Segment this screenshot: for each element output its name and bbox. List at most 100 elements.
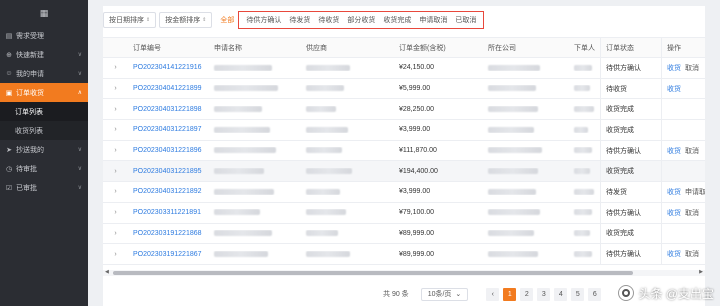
company-cell [483, 250, 569, 258]
expand-row-icon[interactable]: › [103, 168, 128, 175]
sidebar-subitem-receipt-list[interactable]: 收货列表 [0, 121, 88, 140]
order-number-link[interactable]: PO202304031221892 [133, 188, 202, 195]
table-row[interactable]: › PO202304031221898 ¥28,250.00 收货完成 [103, 99, 705, 121]
tab-pending-ship[interactable]: 待发货 [289, 15, 310, 25]
header-amount: 订单金额(含税) [399, 44, 446, 52]
table-row[interactable]: › PO202304031221892 ¥3,999.00 待发货收货申请取消 [103, 182, 705, 203]
redacted-text [214, 126, 270, 133]
company-cell [483, 105, 569, 113]
company-cell [483, 64, 569, 71]
request-name-cell [209, 147, 301, 154]
watermark: 头条 @支出宝 [618, 284, 714, 302]
table-row[interactable]: › PO202304041221899 ¥5,999.00 待收货 收货 [103, 78, 705, 100]
order-number-link[interactable]: PO202304141221916 [133, 64, 202, 71]
tab-all[interactable]: 全部 [220, 15, 234, 25]
cancel-button[interactable]: 取消 [685, 208, 699, 218]
scroll-right-icon[interactable]: ▶ [699, 269, 703, 275]
order-number-link[interactable]: PO202303191221867 [133, 251, 202, 258]
chevron-down-icon: ∨ [77, 147, 82, 153]
amount-cell: ¥24,150.00 [399, 64, 435, 72]
sidebar-item-pending-approval[interactable]: ◷ 待审批 ∨ [0, 159, 88, 178]
tab-pending-receipt[interactable]: 待收货 [318, 15, 339, 25]
page-size-select[interactable]: 10条/页 ⌄ [420, 287, 469, 301]
order-number-link[interactable]: PO202304041221899 [133, 85, 202, 92]
redacted-text [574, 64, 592, 71]
receive-button[interactable]: 收货 [667, 146, 681, 156]
page-button-1[interactable]: 1 [503, 287, 517, 301]
sort-by-amount-button[interactable]: 按金额排序 ⇕ [159, 12, 213, 28]
tab-cancelled[interactable]: 已取消 [455, 15, 476, 25]
expand-row-icon[interactable]: › [103, 209, 128, 216]
expand-row-icon[interactable]: › [103, 85, 128, 92]
order-number-link[interactable]: PO202304031221896 [133, 147, 202, 154]
sidebar-item-my-requests[interactable]: ☺ 我的申请 ∨ [0, 64, 88, 83]
amount-cell: ¥5,999.00 [399, 85, 431, 93]
table-row[interactable]: › PO202304031221897 ¥3,999.00 收货完成 [103, 120, 705, 141]
page-button-4[interactable]: 4 [554, 287, 568, 301]
order-number-link[interactable]: PO202304031221898 [133, 106, 202, 113]
expand-row-icon[interactable]: › [103, 126, 128, 133]
expand-row-icon[interactable]: › [103, 251, 128, 258]
expand-row-icon[interactable]: › [103, 106, 128, 113]
page-button-6[interactable]: 6 [588, 287, 602, 301]
redacted-text [306, 188, 340, 195]
sidebar-item-quick-create[interactable]: ⊕ 快速新建 ∨ [0, 45, 88, 64]
expand-row-icon[interactable]: › [103, 147, 128, 154]
sidebar-subitem-order-list[interactable]: 订单列表 [0, 102, 88, 121]
tab-cancel-requested[interactable]: 申请取消 [419, 15, 447, 25]
tab-pending-confirm[interactable]: 待供方确认 [246, 15, 281, 25]
table-row[interactable]: › PO202303311221891 ¥79,100.00 待供方确认 收货 取消 [103, 202, 705, 224]
redacted-text [214, 64, 272, 71]
table-row[interactable]: › PO202304141221916 ¥24,150.00 待供方确认 收货 取消 [103, 58, 705, 79]
operation-cell [661, 161, 705, 182]
sort-by-date-label: 按日期排序 [109, 17, 144, 24]
user-cell [569, 188, 600, 195]
expand-row-icon[interactable]: › [103, 188, 128, 195]
order-number-link[interactable]: PO202303311221891 [133, 209, 201, 216]
page-button-5[interactable]: 5 [571, 287, 585, 301]
pagination: 共 90 条 10条/页 ⌄ ‹ 1 2 3 4 5 6 [383, 287, 602, 301]
receive-button[interactable]: 收货 [667, 249, 681, 259]
redacted-text [214, 250, 268, 257]
page-button-2[interactable]: 2 [520, 287, 534, 301]
tab-receipt-complete[interactable]: 收货完成 [383, 15, 411, 25]
status-cell: 待供方确认 [600, 140, 661, 161]
redacted-text [214, 85, 278, 92]
expand-row-icon[interactable]: › [103, 64, 128, 71]
cancel-button[interactable]: 申请取消 [685, 187, 705, 197]
receive-button[interactable]: 收货 [667, 84, 681, 94]
prev-page-button[interactable]: ‹ [486, 287, 500, 301]
expand-row-icon[interactable]: › [103, 230, 128, 237]
status-cell: 待供方确认 [600, 58, 661, 78]
order-number-link[interactable]: PO202303191221868 [133, 230, 202, 237]
scroll-left-icon[interactable]: ◀ [105, 269, 109, 275]
horizontal-scrollbar[interactable]: ◀ ▶ [103, 269, 705, 276]
tab-partial-receipt[interactable]: 部分收货 [347, 15, 375, 25]
status-cell: 收货完成 [600, 120, 661, 140]
filter-bar: 按日期排序 ⇕ 按金额排序 ⇕ 全部 待供方确认 待发货 待收货 部分收货 收货… [103, 11, 485, 29]
table-row[interactable]: › PO202303191221868 ¥89,999.00 收货完成 [103, 223, 705, 245]
receive-button[interactable]: 收货 [667, 208, 681, 218]
cancel-button[interactable]: 取消 [685, 63, 699, 73]
sidebar-item-approved[interactable]: ☑ 已审批 ∨ [0, 178, 88, 197]
sidebar-item-order-receipt[interactable]: ▣ 订单收货 ∧ [0, 83, 88, 102]
order-number-link[interactable]: PO202304031221895 [133, 168, 202, 175]
page-button-3[interactable]: 3 [537, 287, 551, 301]
sidebar-item-cc-me[interactable]: ➤ 抄送我的 ∨ [0, 140, 88, 159]
sidebar-item-demand[interactable]: ▤ 需求受理 [0, 26, 88, 45]
sort-by-date-button[interactable]: 按日期排序 ⇕ [103, 12, 157, 28]
table-row[interactable]: › PO202303191221867 ¥89,999.00 待供方确认 收货 取消 [103, 244, 705, 265]
send-icon: ➤ [6, 146, 12, 154]
cancel-button[interactable]: 取消 [685, 146, 699, 156]
chevron-down-icon: ∨ [77, 71, 82, 77]
receive-button[interactable]: 收货 [667, 187, 681, 197]
receive-button[interactable]: 收货 [667, 63, 681, 73]
redacted-text [574, 188, 594, 195]
order-number-link[interactable]: PO202304031221897 [133, 126, 202, 133]
cancel-button[interactable]: 取消 [685, 249, 699, 259]
table-row[interactable]: › PO202304031221896 ¥111,870.00 待供方确认 收货 取消 [103, 140, 705, 162]
table-row[interactable]: › PO202304031221895 ¥194,400.00 收货完成 [103, 161, 705, 183]
menu-collapse-icon[interactable]: ▦ [0, 0, 88, 26]
sidebar-subitem-label: 订单列表 [15, 108, 43, 116]
scrollbar-thumb[interactable] [113, 271, 633, 275]
